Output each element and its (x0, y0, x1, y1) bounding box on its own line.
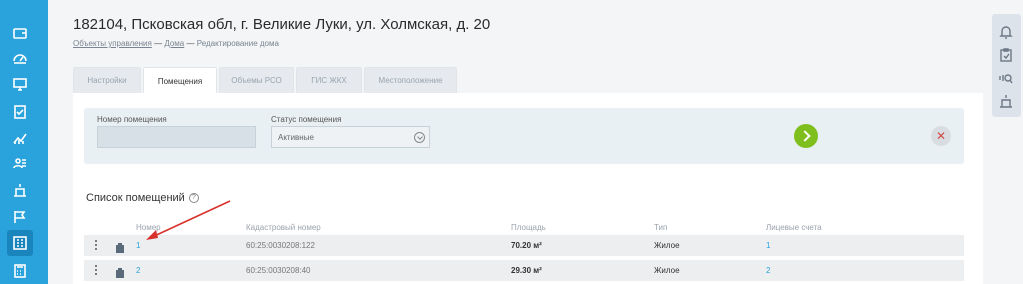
tab-gis-zhkh[interactable]: ГИС ЖКХ (296, 67, 362, 93)
column-header-type[interactable]: Тип (654, 223, 667, 232)
building-icon (115, 240, 125, 253)
apartments-icon[interactable] (7, 230, 33, 256)
room-number-link[interactable]: 1 (136, 241, 140, 250)
breadcrumb-houses-link[interactable]: Дома (164, 39, 184, 48)
room-area: 29.30 м² (511, 266, 542, 275)
table-row[interactable]: 1 60:25:0030208:122 70.20 м² Жилое 1 (84, 235, 964, 256)
chevron-down-icon (414, 132, 425, 143)
room-status-value: Активные (278, 132, 314, 142)
accounts-link[interactable]: 1 (766, 241, 770, 250)
right-toolbar (992, 14, 1021, 117)
building-icon[interactable] (998, 93, 1014, 109)
room-status-label: Статус помещения (271, 115, 342, 124)
support-icon[interactable] (998, 70, 1014, 86)
tab-settings[interactable]: Настройки (73, 67, 141, 93)
rooms-card: Номер помещения Статус помещения Активны… (73, 93, 983, 284)
sidebar (0, 0, 48, 284)
users-icon[interactable] (7, 151, 33, 177)
room-area: 70.20 м² (511, 241, 542, 250)
room-number-input[interactable] (97, 126, 256, 148)
gauge-icon[interactable] (7, 45, 33, 71)
tab-rooms[interactable]: Помещения (143, 67, 217, 94)
analytics-icon[interactable] (7, 125, 33, 151)
clipboard-icon[interactable] (998, 47, 1014, 63)
breadcrumb: Объекты управления — Дома — Редактирован… (73, 39, 279, 48)
wallet-icon[interactable] (7, 20, 33, 46)
column-header-cadastral[interactable]: Кадастровый номер (246, 223, 321, 232)
calculator-icon[interactable] (7, 258, 33, 284)
breadcrumb-current: Редактирование дома (196, 39, 279, 48)
apply-filter-button[interactable] (794, 124, 818, 148)
column-header-accounts[interactable]: Лицевые счета (766, 223, 822, 232)
filter-panel: Номер помещения Статус помещения Активны… (84, 108, 964, 164)
clear-filter-button[interactable]: ✕ (931, 126, 951, 146)
rooms-list-title: Список помещений ? (86, 192, 199, 204)
rooms-list-title-text: Список помещений (86, 192, 185, 204)
table-row[interactable]: 2 60:25:0030208:40 29.30 м² Жилое 2 (84, 260, 964, 281)
row-menu-icon[interactable] (95, 240, 98, 251)
monitor-icon[interactable] (7, 71, 33, 97)
column-header-number[interactable]: Номер (136, 223, 161, 232)
accounts-link[interactable]: 2 (766, 266, 770, 275)
tab-rso-volumes[interactable]: Объемы РСО (219, 67, 294, 93)
building-icon[interactable] (7, 177, 33, 203)
cadastral-number: 60:25:0030208:40 (246, 266, 311, 275)
column-header-area[interactable]: Площадь (511, 223, 546, 232)
breadcrumb-separator: — (186, 39, 195, 48)
breadcrumb-objects-link[interactable]: Объекты управления (73, 39, 152, 48)
flag-icon[interactable] (7, 204, 33, 230)
room-type: Жилое (654, 241, 680, 250)
checklist-icon[interactable] (7, 99, 33, 125)
room-type: Жилое (654, 266, 680, 275)
tab-location[interactable]: Местоположение (364, 67, 457, 93)
building-icon (115, 265, 125, 278)
cadastral-number: 60:25:0030208:122 (246, 241, 315, 250)
breadcrumb-separator: — (154, 39, 163, 48)
close-icon: ✕ (935, 129, 947, 143)
row-menu-icon[interactable] (95, 265, 98, 276)
room-status-select[interactable]: Активные (271, 126, 430, 148)
room-number-label: Номер помещения (97, 115, 167, 124)
bell-icon[interactable] (998, 24, 1014, 40)
page-title: 182104, Псковская обл, г. Великие Луки, … (73, 16, 491, 33)
help-icon[interactable]: ? (188, 193, 199, 203)
room-number-link[interactable]: 2 (136, 266, 140, 275)
